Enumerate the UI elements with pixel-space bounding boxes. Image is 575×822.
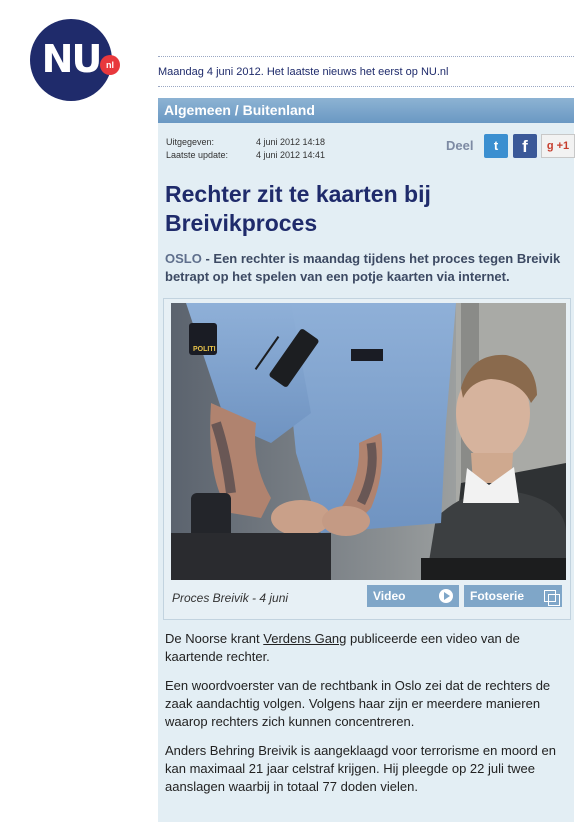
- facebook-share-button[interactable]: f: [513, 134, 537, 158]
- police-patch-text: POLITI: [193, 346, 216, 353]
- published-label: Uitgegeven:: [166, 137, 215, 147]
- nu-logo[interactable]: NU: [30, 19, 112, 101]
- facebook-icon: f: [522, 137, 528, 156]
- google-plus-icon: g +1: [546, 140, 570, 152]
- published-value: 4 juni 2012 14:18: [256, 137, 326, 147]
- article-photo[interactable]: POLITI: [171, 303, 566, 580]
- verdens-gang-link[interactable]: Verdens Gang: [263, 631, 346, 646]
- courtroom-photo-illustration: POLITI: [171, 303, 566, 580]
- logo-text: NU: [41, 37, 103, 81]
- article-lead: OSLO - Een rechter is maandag tijdens he…: [165, 250, 570, 286]
- video-button[interactable]: Video: [367, 585, 459, 607]
- lead-text: - Een rechter is maandag tijdens het pro…: [165, 251, 561, 284]
- google-plus-button[interactable]: g +1: [541, 134, 575, 158]
- video-button-label: Video: [373, 589, 406, 603]
- twitter-icon: t: [493, 138, 499, 153]
- article-column: Algemeen / Buitenland Uitgegeven: 4 juni…: [158, 98, 575, 822]
- tagline-divider: [158, 86, 574, 87]
- p1-before: De Noorse krant: [165, 631, 264, 646]
- gallery-icon: [544, 590, 560, 606]
- section-bar: Algemeen / Buitenland: [158, 98, 574, 123]
- article-meta: Uitgegeven: 4 juni 2012 14:18 Laatste up…: [166, 136, 325, 162]
- article-body: De Noorse krant Verdens Gang publiceerde…: [165, 630, 570, 807]
- logo-badge: nl: [100, 55, 120, 75]
- top-divider: [158, 56, 574, 57]
- fotoserie-button-label: Fotoserie: [470, 589, 525, 603]
- section-title[interactable]: Algemeen / Buitenland: [164, 102, 315, 118]
- photo-caption: Proces Breivik - 4 juni: [172, 591, 289, 605]
- play-icon: [439, 589, 453, 603]
- body-paragraph-1: De Noorse krant Verdens Gang publiceerde…: [165, 630, 570, 666]
- photo-box: POLITI Proces Breivik - 4 juni Video Fot…: [163, 298, 571, 620]
- fotoserie-button[interactable]: Fotoserie: [464, 585, 562, 607]
- updated-label: Laatste update:: [166, 150, 229, 160]
- body-paragraph-3: Anders Behring Breivik is aangeklaagd vo…: [165, 743, 556, 794]
- lead-city: OSLO: [165, 251, 202, 266]
- tagline: Maandag 4 juni 2012. Het laatste nieuws …: [158, 66, 449, 78]
- updated-value: 4 juni 2012 14:41: [256, 150, 326, 160]
- article-headline: Rechter zit te kaarten bij Breivikproces: [165, 181, 431, 236]
- share-label: Deel: [446, 138, 474, 153]
- body-paragraph-2: Een woordvoerster van de rechtbank in Os…: [165, 678, 551, 729]
- twitter-share-button[interactable]: t: [484, 134, 508, 158]
